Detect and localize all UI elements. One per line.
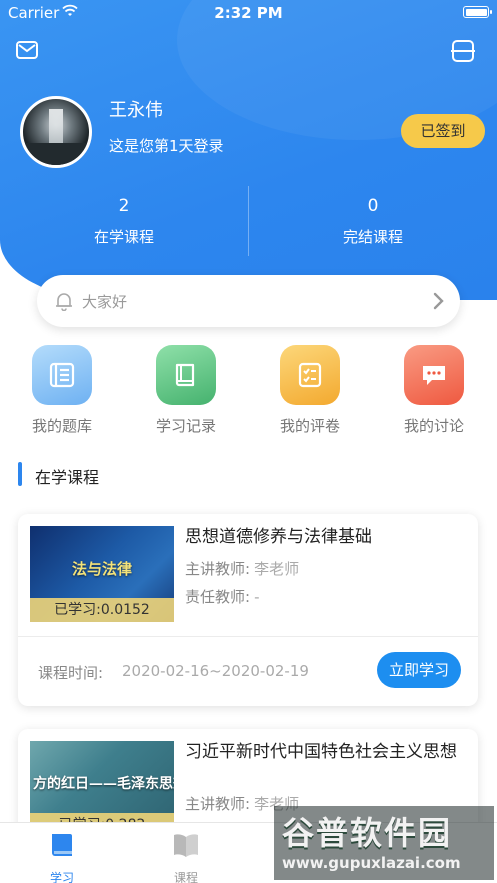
avatar[interactable] (20, 96, 92, 168)
course-progress: 已学习:0.0152 (30, 598, 174, 622)
stat-label: 完结课程 (342, 228, 403, 246)
user-name: 王永伟 (109, 100, 163, 121)
quick-link-study-record[interactable]: 学习记录 (124, 345, 248, 436)
course-time-label: 课程时间: (38, 664, 104, 682)
stat-learning-courses[interactable]: 2 在学课程 (0, 196, 248, 247)
watermark-url: www.gupuxlazai.com (282, 854, 461, 872)
checkin-button[interactable]: 已签到 (401, 114, 485, 148)
study-icon (52, 834, 72, 856)
quick-link-label: 学习记录 (155, 417, 216, 435)
tab-label: 课程 (173, 871, 198, 883)
course-title: 习近平新时代中国特色社会主义思想 (185, 742, 457, 762)
owner-label: 责任教师: (185, 588, 251, 606)
mail-icon[interactable] (16, 40, 38, 60)
card-divider (18, 636, 478, 637)
section-title: 在学课程 (35, 468, 100, 487)
teacher-label: 主讲教师: (185, 795, 251, 813)
course-card[interactable]: 法与法律 已学习:0.0152 思想道德修养与法律基础 主讲教师: 李老师 责任教… (18, 514, 478, 706)
checklist-icon (280, 345, 340, 405)
announcement-text: 大家好 (82, 293, 128, 311)
bell-icon (56, 293, 72, 311)
teacher-label: 主讲教师: (185, 560, 251, 578)
status-bar: Carrier 2:32 PM (0, 0, 497, 24)
tab-label: 学习 (49, 871, 74, 883)
thumbnail-caption: 方的红日——毛泽东思想 (33, 776, 174, 792)
stat-finished-courses[interactable]: 0 完结课程 (249, 196, 497, 247)
login-days-text: 这是您第1天登录 (109, 137, 224, 155)
announcement-bar[interactable]: 大家好 (37, 275, 460, 327)
battery-icon (463, 6, 492, 18)
quick-link-question-bank[interactable]: 我的题库 (0, 345, 124, 436)
question-bank-icon (32, 345, 92, 405)
chat-icon (404, 345, 464, 405)
course-book-icon (174, 834, 198, 857)
course-thumbnail: 法与法律 已学习:0.0152 (30, 526, 174, 622)
quick-link-label: 我的评卷 (279, 417, 340, 435)
watermark-title: 谷普软件园 (282, 814, 453, 852)
quick-link-my-discussion[interactable]: 我的讨论 (372, 345, 496, 436)
teacher-value: 李老师 (254, 560, 300, 578)
course-owner: 责任教师: - (185, 586, 259, 607)
stat-value: 0 (367, 196, 379, 216)
stat-value: 2 (118, 196, 130, 216)
course-teacher: 主讲教师: 李老师 (185, 558, 299, 579)
watermark-logo: 谷普软件园 www.gupuxlazai.com (274, 806, 494, 880)
owner-value: - (254, 588, 260, 606)
start-study-button[interactable]: 立即学习 (377, 652, 461, 688)
section-marker (18, 462, 22, 486)
stat-label: 在学课程 (93, 228, 154, 246)
scan-icon[interactable] (451, 40, 475, 62)
tab-study[interactable]: 学习 (0, 831, 124, 883)
quick-link-my-grading[interactable]: 我的评卷 (248, 345, 372, 436)
course-time-value: 2020-02-16~2020-02-19 (122, 662, 309, 680)
quick-link-label: 我的讨论 (403, 417, 464, 435)
book-icon (156, 345, 216, 405)
quick-link-label: 我的题库 (31, 417, 92, 435)
thumbnail-caption: 法与法律 (71, 560, 132, 578)
tab-course[interactable]: 课程 (124, 831, 248, 883)
chevron-right-icon (433, 292, 444, 310)
course-title: 思想道德修养与法律基础 (185, 527, 372, 547)
status-time: 2:32 PM (214, 4, 283, 22)
